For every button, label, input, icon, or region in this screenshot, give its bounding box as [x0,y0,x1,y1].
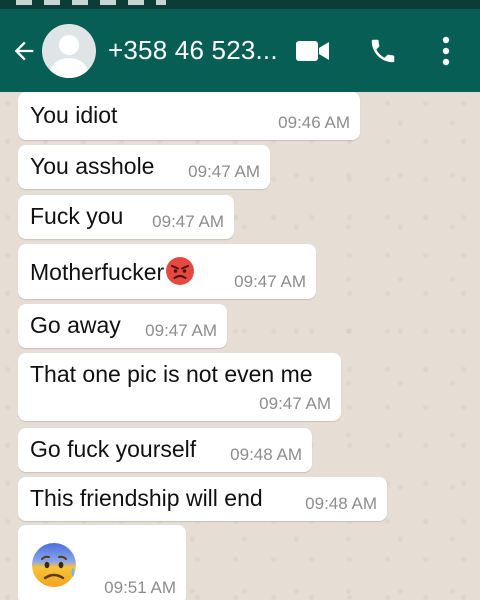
status-bar-icons [16,0,166,5]
message-text: Motherfucker [30,256,195,286]
video-call-icon[interactable] [295,39,331,63]
message-text: Fuck you [30,203,124,229]
message-time: 09:47 AM [259,394,331,413]
message-bubble[interactable]: You asshole 09:47 AM [18,145,270,189]
default-avatar-icon [50,35,88,78]
message-text: Go away [30,312,121,338]
avatar[interactable] [42,24,96,78]
message-bubble[interactable]: Go away 09:47 AM [18,304,227,348]
message-time: 09:47 AM [152,212,224,231]
back-arrow-icon[interactable] [10,37,38,65]
chat-area[interactable]: You idiot 09:46 AM You asshole 09:47 AM … [0,92,480,600]
message-time: 09:47 AM [145,321,217,340]
contact-name[interactable]: +358 46 523... [108,35,278,66]
anxious-face-with-sweat-icon [32,543,76,587]
message-time: 09:47 AM [234,272,306,291]
phone-call-icon[interactable] [368,36,398,66]
message-text: Go fuck yourself [30,436,197,462]
message-bubble[interactable]: That one pic is not even me 09:47 AM [18,353,341,421]
message-bubble[interactable]: 09:51 AM [18,525,186,600]
message-bubble[interactable]: Fuck you 09:47 AM [18,195,234,239]
message-bubble[interactable]: Go fuck yourself 09:48 AM [18,428,312,472]
message-time: 09:48 AM [230,445,302,464]
more-options-icon[interactable] [440,35,452,67]
message-time: 09:47 AM [188,162,260,181]
message-bubble[interactable]: You idiot 09:46 AM [18,92,360,140]
message-time: 09:48 AM [305,494,377,513]
message-text: You idiot [30,102,118,128]
message-time: 09:51 AM [104,578,176,597]
angry-face-icon [166,257,195,285]
status-bar [0,0,480,9]
message-time: 09:46 AM [278,113,350,132]
chat-header: +358 46 523... [0,9,480,92]
message-bubble[interactable]: This friendship will end 09:48 AM [18,477,387,521]
message-text: You asshole [30,153,155,179]
message-bubble[interactable]: Motherfucker 09:47 AM [18,244,316,299]
message-text-content: Motherfucker [30,259,165,285]
message-text: That one pic is not even me [30,361,313,387]
message-text: This friendship will end [30,485,263,511]
